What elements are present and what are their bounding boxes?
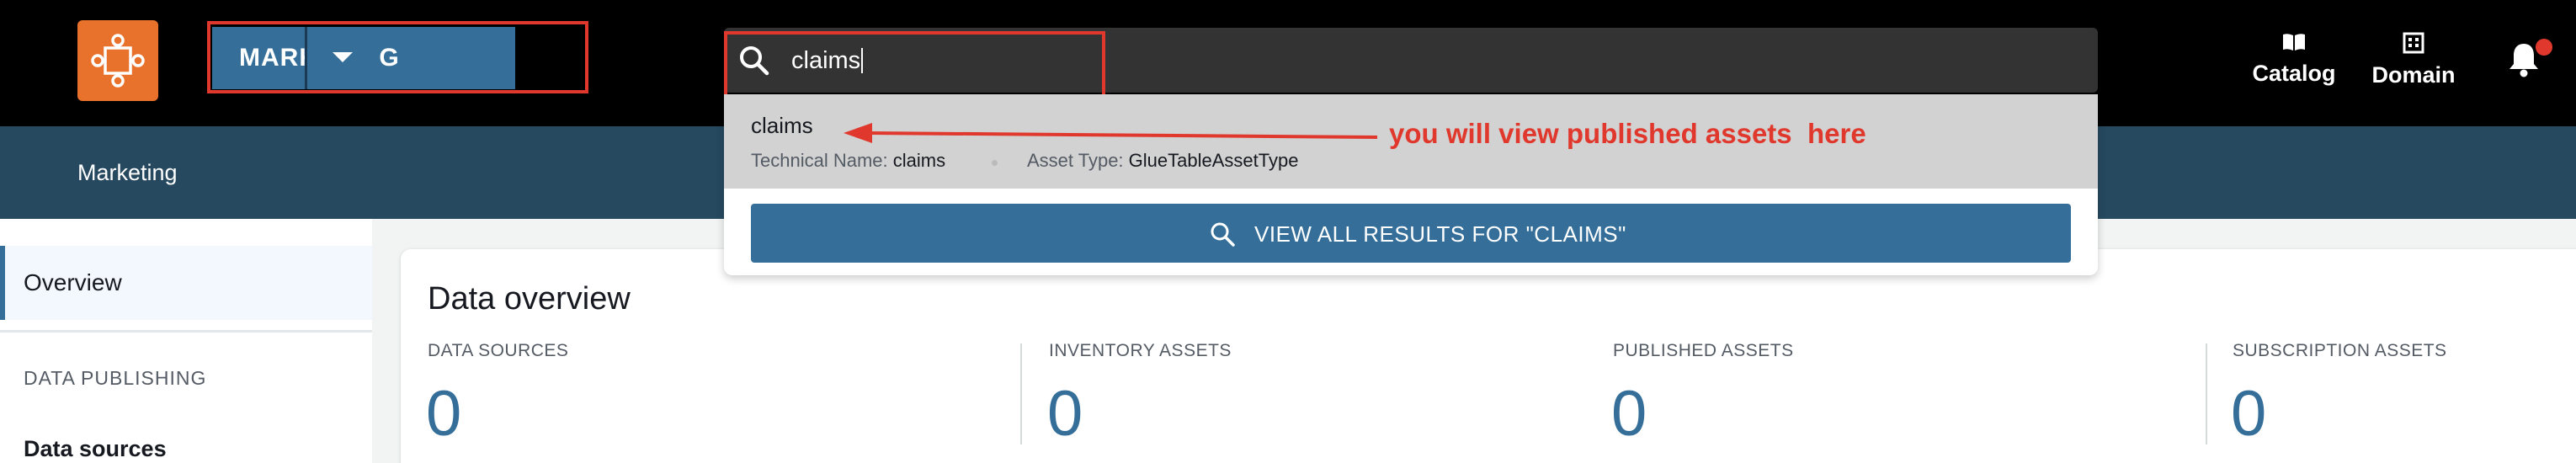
metric-divider [1020,343,1022,444]
app-logo[interactable] [77,20,158,101]
search-icon [1211,222,1235,247]
notification-badge [2536,39,2552,56]
result-title[interactable]: claims [751,113,813,139]
asset-type-label: Asset Type: [1027,150,1124,171]
domain-highlight-box [207,21,588,93]
metric-label-data-sources: DATA SOURCES [428,341,569,360]
metric-label-subscription-assets: SUBSCRIPTION ASSETS [2233,341,2447,360]
datazone-logo-icon [91,34,145,88]
building-icon [2403,32,2424,54]
result-asset-type: Asset Type: GlueTableAssetType [1027,150,1298,172]
nav-domain[interactable]: Domain [2359,32,2468,88]
search-highlight-box [724,31,1105,104]
view-all-results-button[interactable]: VIEW ALL RESULTS FOR "CLAIMS" [751,204,2071,263]
metric-value-inventory-assets: 0 [1047,378,1083,450]
sidebar-item-overview[interactable]: Overview [0,246,372,320]
metric-divider [2206,343,2207,444]
sidebar-item-data-sources[interactable]: Data sources [24,436,167,462]
nav-domain-label: Domain [2371,62,2456,88]
metric-value-data-sources: 0 [426,378,462,450]
sidebar-item-label: Overview [24,269,122,295]
view-all-results-label: VIEW ALL RESULTS FOR "CLAIMS" [1254,221,1626,247]
metric-value-subscription-assets: 0 [2231,378,2267,450]
result-technical-name: Technical Name: claims [751,150,945,172]
sidebar-divider [0,330,372,333]
nav-catalog[interactable]: Catalog [2239,32,2349,87]
metric-label-published-assets: PUBLISHED ASSETS [1613,341,1794,360]
project-title: Marketing [77,160,178,185]
book-icon [2283,34,2305,51]
annotation-text: you will view published assets here [1389,118,1866,149]
technical-name-value: claims [892,150,946,171]
panel-title: Data overview [428,281,631,317]
metric-value-published-assets: 0 [1611,378,1647,450]
sidebar-section-heading: DATA PUBLISHING [24,367,207,389]
meta-separator [992,160,998,166]
technical-name-label: Technical Name: [751,150,888,171]
metric-label-inventory-assets: INVENTORY ASSETS [1049,341,1232,360]
asset-type-value: GlueTableAssetType [1128,150,1299,171]
nav-catalog-label: Catalog [2252,61,2336,86]
